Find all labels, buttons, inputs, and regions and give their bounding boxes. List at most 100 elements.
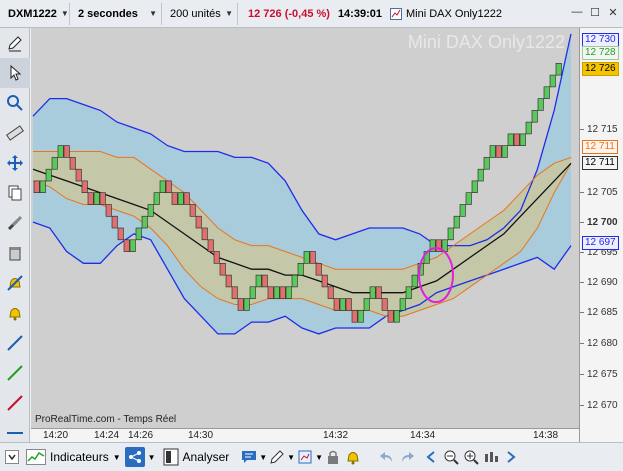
bar-width-icon[interactable]	[481, 447, 501, 467]
chart-window-icon	[389, 7, 402, 20]
renko-brick	[363, 298, 370, 311]
renko-brick	[159, 180, 166, 193]
y-tick: 12 700	[580, 217, 618, 228]
price-chart[interactable]: Mini DAX Only1222 ProRealTime.com - Temp…	[31, 28, 579, 428]
chevron-down-icon: ▼	[225, 9, 233, 18]
instrument-label: DXM1222	[8, 7, 57, 20]
renko-brick	[69, 157, 76, 170]
moving-average-tag: 12 711	[582, 156, 618, 170]
maximize-icon[interactable]: ☐	[589, 6, 601, 19]
chevron-down-icon: ▼	[147, 452, 156, 462]
renko-brick	[219, 263, 226, 276]
analyser-label: Analyser	[182, 450, 230, 464]
chevron-down-icon: ▼	[60, 9, 69, 18]
renko-brick	[381, 298, 388, 311]
timeframe-selector[interactable]: 2 secondes ▼	[74, 2, 162, 25]
undo-icon[interactable]	[377, 447, 397, 467]
indicators-icon	[26, 449, 46, 465]
analyser-button[interactable]: Analyser	[159, 445, 234, 469]
renko-brick	[195, 215, 202, 229]
minimize-icon[interactable]: —	[571, 6, 583, 19]
renko-brick	[447, 227, 454, 241]
comment-icon[interactable]	[239, 447, 259, 467]
renko-brick	[351, 310, 358, 323]
renko-brick	[99, 192, 106, 205]
cursor-tool-icon[interactable]	[0, 58, 30, 88]
renko-brick	[399, 298, 406, 311]
renko-brick	[501, 145, 508, 158]
renko-brick	[489, 145, 496, 158]
time-axis[interactable]: 14:20 14:24 14:26 14:30 14:32 14:34 14:3…	[31, 428, 579, 442]
renko-brick	[117, 227, 124, 241]
tools-icon[interactable]	[0, 208, 30, 238]
renko-brick	[465, 192, 472, 205]
copy-tool-icon[interactable]	[0, 178, 30, 208]
renko-brick	[75, 168, 82, 182]
renko-brick	[39, 180, 46, 193]
renko-brick	[189, 204, 196, 217]
renko-brick	[33, 180, 40, 193]
renko-brick	[483, 157, 490, 170]
renko-brick	[105, 204, 112, 217]
line-tool-icon[interactable]	[0, 328, 30, 358]
renko-brick	[51, 157, 58, 170]
ruler-tool-icon[interactable]	[0, 118, 30, 148]
red-line-tool-icon[interactable]	[0, 388, 30, 418]
units-selector[interactable]: 200 unités ▼	[166, 2, 238, 25]
renko-brick	[549, 74, 556, 88]
zoom-in-icon[interactable]	[461, 447, 481, 467]
move-tool-icon[interactable]	[0, 148, 30, 178]
x-tick: 14:30	[188, 430, 214, 441]
units-label: 200 unités	[170, 7, 221, 20]
y-tick: 12 675	[580, 369, 618, 380]
renko-brick	[147, 204, 154, 217]
close-icon[interactable]: ✕	[607, 6, 619, 19]
window-name: Mini DAX Only1222	[389, 7, 502, 20]
renko-brick	[81, 180, 88, 193]
alert-off-icon[interactable]	[0, 268, 30, 298]
bottom-toolbar: Indicateurs ▼ ▼ Analyser ▼ ▼ ▼	[0, 442, 623, 471]
indicators-button[interactable]: Indicateurs ▼	[22, 445, 125, 469]
redo-icon[interactable]	[397, 447, 417, 467]
renko-brick	[201, 227, 208, 241]
alert-icon[interactable]	[0, 298, 30, 328]
renko-brick	[225, 274, 232, 288]
drawing-toolbar	[0, 28, 30, 442]
share-icon[interactable]	[124, 447, 145, 467]
zoom-out-icon[interactable]	[441, 447, 461, 467]
x-tick: 14:32	[323, 430, 349, 441]
zoom-tool-icon[interactable]	[0, 88, 30, 118]
renko-brick	[513, 133, 520, 147]
object-tool-icon[interactable]	[295, 447, 315, 467]
lock-icon[interactable]	[323, 447, 343, 467]
renko-brick	[87, 192, 94, 205]
price-axis[interactable]: 12 715 12 705 12 700 12 695 12 690 12 68…	[579, 28, 623, 442]
renko-brick	[285, 286, 292, 299]
scroll-left-icon[interactable]	[421, 447, 441, 467]
green-line-tool-icon[interactable]	[0, 358, 30, 388]
renko-brick	[327, 286, 334, 299]
renko-brick	[141, 215, 148, 229]
instrument-selector[interactable]: DXM1222 ▼	[4, 2, 70, 25]
renko-brick	[357, 310, 364, 323]
x-tick: 14:38	[533, 430, 559, 441]
renko-brick	[231, 286, 238, 299]
renko-brick	[477, 168, 484, 182]
timeframe-label: 2 secondes	[78, 7, 138, 20]
renko-brick	[345, 298, 352, 311]
renko-brick	[177, 192, 184, 205]
upper-band-tag: 12 730	[582, 33, 619, 47]
scroll-right-icon[interactable]	[501, 447, 521, 467]
x-tick: 14:24	[94, 430, 120, 441]
alert-bell-icon[interactable]	[343, 447, 363, 467]
renko-brick	[171, 192, 178, 205]
renko-brick	[315, 263, 322, 276]
y-tick: 12 670	[580, 400, 618, 411]
chart-watermark: Mini DAX Only1222	[407, 32, 565, 52]
renko-brick	[543, 86, 550, 99]
draw-tool-icon[interactable]	[267, 447, 287, 467]
scroll-down-icon[interactable]	[2, 447, 22, 467]
renko-brick	[165, 180, 172, 193]
trash-icon[interactable]	[0, 238, 30, 268]
pencil-tool-icon[interactable]	[0, 28, 30, 58]
